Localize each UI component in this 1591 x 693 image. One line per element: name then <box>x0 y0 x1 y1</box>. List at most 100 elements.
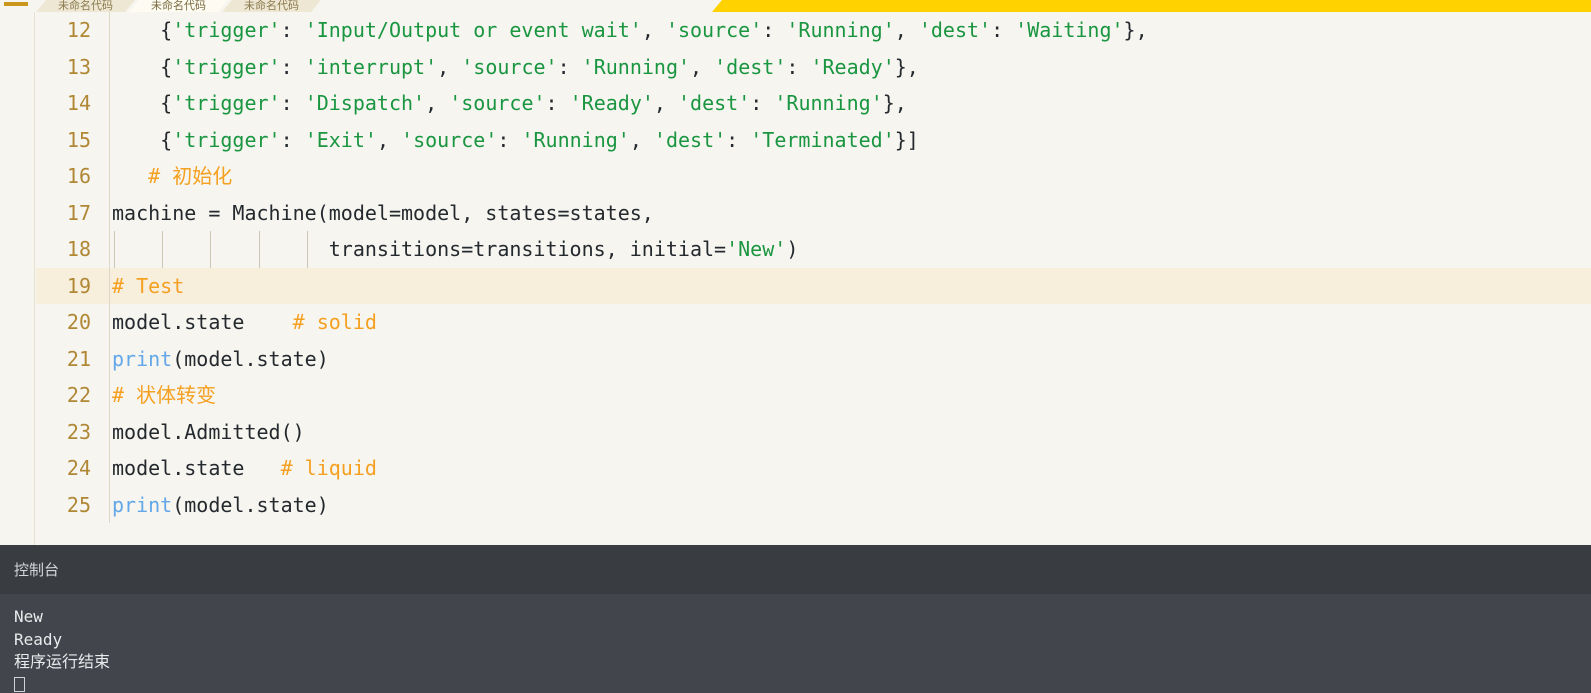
code-editor[interactable]: 12 {'trigger': 'Input/Output or event wa… <box>0 12 1591 545</box>
code-line[interactable]: 13 {'trigger': 'interrupt', 'source': 'R… <box>36 48 1591 86</box>
code-token-plain: (model.state) <box>172 492 329 517</box>
code-token-str: 'Running' <box>521 127 630 152</box>
code-line-content[interactable]: {'trigger': 'Exit', 'source': 'Running',… <box>109 121 1591 159</box>
code-line[interactable]: 16 # 初始化 <box>36 158 1591 195</box>
line-number: 17 <box>66 200 91 225</box>
code-token-cmt: # solid <box>244 310 377 334</box>
editor-tab-0[interactable]: 未命名代码 <box>36 0 135 12</box>
code-token-plain: : <box>786 54 811 79</box>
code-token-cmt: # 初始化 <box>112 164 233 188</box>
code-token-plain: : <box>726 127 751 152</box>
editor-left-strip <box>0 12 35 545</box>
code-line[interactable]: 19 # Test <box>36 267 1591 305</box>
code-token-cmt: # liquid <box>244 456 377 480</box>
code-token-str: 'source' <box>401 127 498 152</box>
code-token-str: 'trigger' <box>172 54 281 79</box>
line-number: 14 <box>66 91 91 116</box>
code-token-plain: , <box>629 127 654 152</box>
line-number: 21 <box>66 346 91 371</box>
ide-window: 未命名代码 未命名代码 未命名代码 12 {'trigger': 'Input/Ou… <box>0 0 1591 693</box>
code-token-str: 'Input/Output or event wait' <box>304 18 642 42</box>
line-number: 15 <box>66 127 91 152</box>
code-line[interactable]: 14 {'trigger': 'Dispatch', 'source': 'Re… <box>36 85 1591 122</box>
line-number: 16 <box>66 164 91 189</box>
code-line-content[interactable]: # 初始化 <box>109 158 1591 195</box>
code-token-str: 'Running' <box>774 91 883 115</box>
hamburger-menu-icon[interactable] <box>4 2 28 6</box>
code-token-plain: { <box>112 54 173 79</box>
code-token-plain: model.state <box>112 456 245 480</box>
tab-strip: 未命名代码 未命名代码 未命名代码 <box>0 0 1591 12</box>
code-line[interactable]: 21 print(model.state) <box>36 340 1591 378</box>
code-token-plain: model.Admitted() <box>112 419 305 444</box>
code-token-plain: , <box>690 54 715 79</box>
code-token-plain: : <box>280 91 305 115</box>
code-token-plain: : <box>280 18 305 42</box>
code-line[interactable]: 24 model.state # liquid <box>36 450 1591 487</box>
console-output[interactable]: New Ready 程序运行结束 <box>0 594 1591 693</box>
code-line-content[interactable]: model.state # solid <box>109 304 1591 341</box>
editor-tab-2[interactable]: 未命名代码 <box>222 0 321 12</box>
code-token-str: 'source' <box>461 54 558 79</box>
editor-tab-1[interactable]: 未命名代码 <box>129 0 228 12</box>
code-line-content[interactable]: # 状体转变 <box>109 377 1591 414</box>
code-line-content[interactable]: {'trigger': 'Dispatch', 'source': 'Ready… <box>109 85 1591 122</box>
code-token-plain: : <box>280 54 305 79</box>
code-token-plain: (model.state) <box>172 346 329 371</box>
code-lines-container[interactable]: 12 {'trigger': 'Input/Output or event wa… <box>36 12 1591 545</box>
code-token-plain: : <box>557 54 582 79</box>
code-line-content[interactable]: machine = Machine(model=model, states=st… <box>109 194 1591 232</box>
code-line[interactable]: 20 model.state # solid <box>36 304 1591 341</box>
indent-guide <box>210 231 212 268</box>
code-line[interactable]: 22 # 状体转变 <box>36 377 1591 414</box>
code-line-content[interactable]: print(model.state) <box>109 340 1591 378</box>
console-cursor <box>14 674 1591 693</box>
indent-guide <box>114 231 115 268</box>
code-token-plain: , <box>653 91 679 115</box>
code-token-fn: print <box>112 492 173 517</box>
code-line-content[interactable]: model.state # liquid <box>109 450 1591 487</box>
code-line-content[interactable]: print(model.state) <box>109 486 1591 524</box>
code-line[interactable]: 15 {'trigger': 'Exit', 'source': 'Runnin… <box>36 121 1591 159</box>
line-number: 19 <box>66 273 91 298</box>
code-token-str: 'Ready' <box>810 54 895 79</box>
code-line[interactable]: 18 transitions=transitions, initial='New… <box>36 231 1591 268</box>
code-line[interactable]: 12 {'trigger': 'Input/Output or event wa… <box>36 12 1591 49</box>
block-cursor-icon <box>14 676 25 692</box>
code-token-plain: , <box>437 54 462 79</box>
code-token-plain: }, <box>1123 18 1148 42</box>
code-token-str: 'dest' <box>714 54 787 79</box>
code-line-content[interactable]: # Test <box>109 267 1591 305</box>
code-token-plain: : <box>991 18 1016 42</box>
code-token-plain: , <box>894 18 919 42</box>
code-token-str: 'source' <box>449 91 546 115</box>
code-token-str: 'dest' <box>918 18 992 42</box>
code-token-plain: : <box>750 91 775 115</box>
code-line-content[interactable]: {'trigger': 'interrupt', 'source': 'Runn… <box>109 48 1591 86</box>
code-line-content[interactable]: model.Admitted() <box>109 413 1591 451</box>
line-number: 20 <box>66 310 91 335</box>
tab-strip-accent <box>712 0 1591 12</box>
code-token-plain: }, <box>894 54 919 79</box>
code-token-str: 'Dispatch' <box>304 91 426 115</box>
indent-guide <box>306 231 308 268</box>
line-number: 22 <box>66 383 91 408</box>
code-line[interactable]: 17 machine = Machine(model=model, states=… <box>36 194 1591 232</box>
code-token-str: 'trigger' <box>172 18 281 42</box>
code-token-str: 'dest' <box>653 127 727 152</box>
indent-guide <box>162 231 164 268</box>
line-number: 23 <box>66 419 91 444</box>
code-token-str: 'trigger' <box>172 91 281 115</box>
code-line-content[interactable]: transitions=transitions, initial='New') <box>109 231 1591 268</box>
line-number: 13 <box>66 54 91 79</box>
console-title: 控制台 <box>14 561 60 579</box>
code-token-plain: : <box>280 127 305 152</box>
console-panel: 控制台 New Ready 程序运行结束 <box>0 545 1591 693</box>
code-token-plain: , <box>376 127 402 152</box>
line-number: 25 <box>66 492 91 517</box>
code-line[interactable]: 25 print(model.state) <box>36 486 1591 524</box>
code-token-plain: ) <box>786 237 799 261</box>
code-line[interactable]: 23 model.Admitted() <box>36 413 1591 451</box>
code-token-plain: }] <box>894 127 919 152</box>
code-line-content[interactable]: {'trigger': 'Input/Output or event wait'… <box>109 12 1591 49</box>
